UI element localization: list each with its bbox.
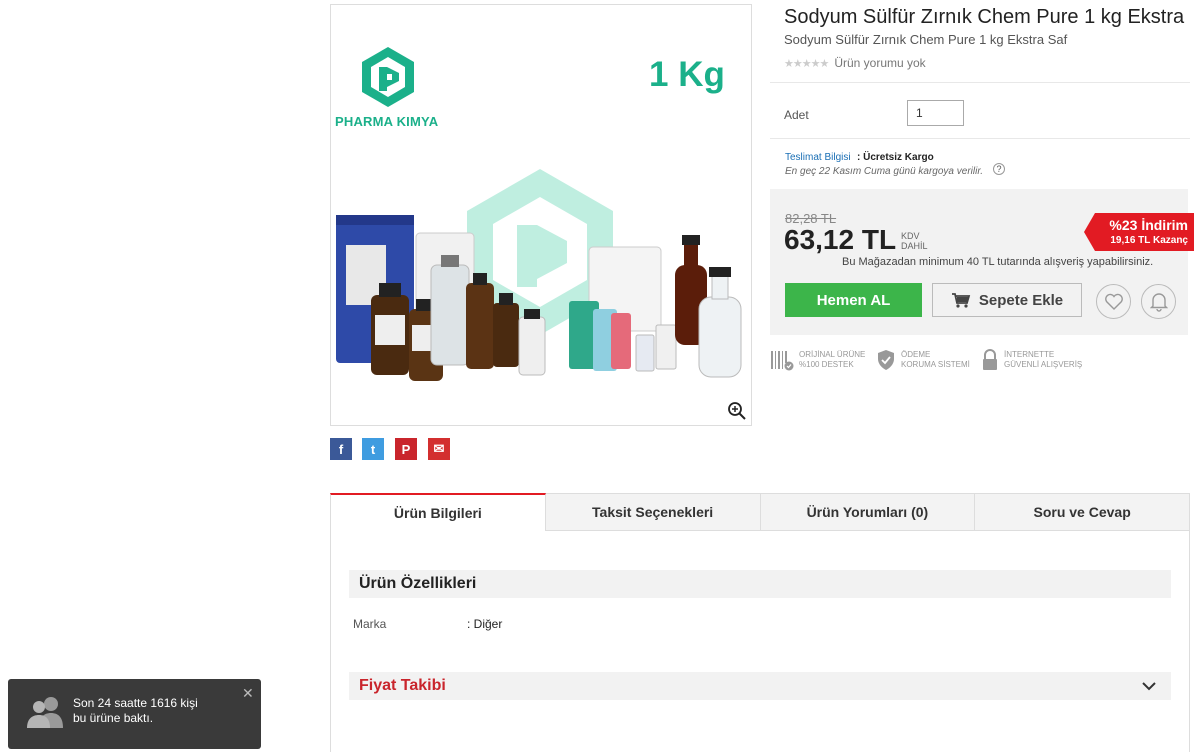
quantity-label: Adet xyxy=(784,108,809,122)
divider xyxy=(770,138,1190,139)
mail-share-icon[interactable]: ✉ xyxy=(428,438,450,460)
zoom-icon[interactable] xyxy=(727,401,747,421)
min-order-note: Bu Mağazadan minimum 40 TL tutarında alı… xyxy=(842,256,1154,268)
divider xyxy=(770,82,1190,83)
product-title: Sodyum Sülfür Zırnık Chem Pure 1 kg Ekst… xyxy=(784,6,1185,28)
product-subtitle: Sodyum Sülfür Zırnık Chem Pure 1 kg Ekst… xyxy=(784,32,1068,47)
add-to-cart-button[interactable]: Sepete Ekle xyxy=(932,283,1082,317)
help-icon[interactable]: ? xyxy=(993,163,1005,175)
trust-line: %100 DESTEK xyxy=(799,360,854,369)
buy-now-button[interactable]: Hemen AL xyxy=(785,283,922,317)
price-tracking-toggle[interactable]: Fiyat Takibi xyxy=(349,672,1171,700)
views-toast: Son 24 saatte 1616 kişi bu ürüne baktı. … xyxy=(8,679,261,749)
barcode-icon xyxy=(771,351,794,371)
product-tabs: Ürün Bilgileri Taksit Seçenekleri Ürün Y… xyxy=(330,493,1190,531)
tab-product-info[interactable]: Ürün Bilgileri xyxy=(330,493,546,531)
trust-secure-shopping: İNTERNETTE GÜVENLİ ALIŞVERİŞ xyxy=(981,349,1082,371)
rating-stars-icon: ★★★★★ xyxy=(784,57,829,70)
favorite-button[interactable] xyxy=(1096,284,1131,319)
pharma-kimya-logo xyxy=(362,47,414,107)
quantity-input[interactable] xyxy=(907,100,964,126)
lock-icon xyxy=(983,349,997,370)
tax-included-label: KDV DAHİL xyxy=(901,231,928,251)
notify-button[interactable] xyxy=(1141,284,1176,319)
discount-savings: 19,16 TL Kazanç xyxy=(1110,235,1188,246)
trust-original-product: ORİJİNAL ÜRÜNE %100 DESTEK xyxy=(770,349,865,371)
add-to-cart-label: Sepete Ekle xyxy=(978,291,1064,309)
discount-badge: %23 İndirim 19,16 TL Kazanç xyxy=(1084,213,1194,251)
facebook-share-icon[interactable]: f xyxy=(330,438,352,460)
features-header: Ürün Özellikleri xyxy=(349,570,1171,598)
delivery-value: : Ücretsiz Kargo xyxy=(857,152,934,163)
chevron-down-icon[interactable] xyxy=(1141,678,1157,694)
brand-name: PHARMA KIMYA xyxy=(335,114,439,129)
tab-reviews[interactable]: Ürün Yorumları (0) xyxy=(760,493,976,531)
cart-icon xyxy=(951,293,971,308)
close-icon[interactable]: ✕ xyxy=(242,685,254,702)
trust-payment-protection: ÖDEME KORUMA SİSTEMİ xyxy=(876,349,970,371)
tab-questions[interactable]: Soru ve Cevap xyxy=(975,493,1190,531)
delivery-note: En geç 22 Kasım Cuma günü kargoya verili… xyxy=(785,166,984,177)
delivery-info-link[interactable]: Teslimat Bilgisi xyxy=(785,152,851,163)
twitter-share-icon[interactable]: t xyxy=(362,438,384,460)
rating-text: Ürün yorumu yok xyxy=(834,56,926,70)
bell-icon xyxy=(1149,292,1168,312)
trust-line: ORİJİNAL ÜRÜNE xyxy=(799,350,866,359)
pinterest-share-icon[interactable]: P xyxy=(395,438,417,460)
toast-line: Son 24 saatte 1616 kişi xyxy=(73,696,198,710)
tab-installments[interactable]: Taksit Seçenekleri xyxy=(545,493,761,531)
feature-value: : Diğer xyxy=(467,617,503,631)
trust-line: ÖDEME xyxy=(901,350,931,359)
users-icon xyxy=(27,697,63,728)
tab-content xyxy=(330,531,1190,752)
rating-row[interactable]: ★★★★★ Ürün yorumu yok xyxy=(784,56,926,70)
trust-line: GÜVENLİ ALIŞVERİŞ xyxy=(1004,360,1083,369)
trust-line: İNTERNETTE xyxy=(1004,350,1055,359)
toast-message: Son 24 saatte 1616 kişi bu ürüne baktı. xyxy=(73,696,233,726)
weight-label: 1 Kg xyxy=(649,55,725,94)
heart-icon xyxy=(1104,293,1123,310)
discount-percent: %23 İndirim xyxy=(1109,217,1188,233)
trust-line: KORUMA SİSTEMİ xyxy=(901,360,970,369)
feature-label: Marka xyxy=(353,617,387,631)
product-bottles-image xyxy=(336,215,742,381)
product-image-panel[interactable]: PHARMA KIMYA 1 Kg xyxy=(330,4,752,426)
price-box: 82,28 TL 63,12 TL KDV DAHİL %23 İndirim … xyxy=(770,189,1194,335)
toast-line: bu ürüne baktı. xyxy=(73,711,154,725)
current-price: 63,12 TL xyxy=(784,224,897,255)
shield-icon xyxy=(878,350,894,370)
